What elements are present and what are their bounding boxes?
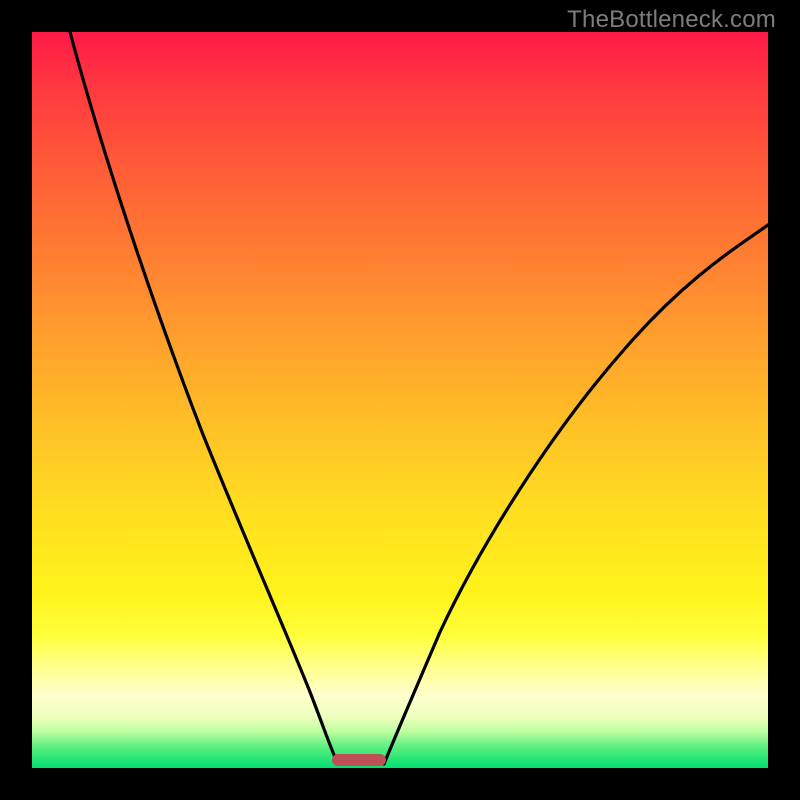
right-curve — [384, 225, 768, 764]
chart-frame: TheBottleneck.com — [0, 0, 800, 800]
watermark-text: TheBottleneck.com — [567, 6, 776, 34]
left-curve — [70, 32, 338, 764]
bottleneck-marker — [332, 754, 386, 766]
plot-area — [32, 32, 768, 768]
curve-layer — [32, 32, 768, 768]
